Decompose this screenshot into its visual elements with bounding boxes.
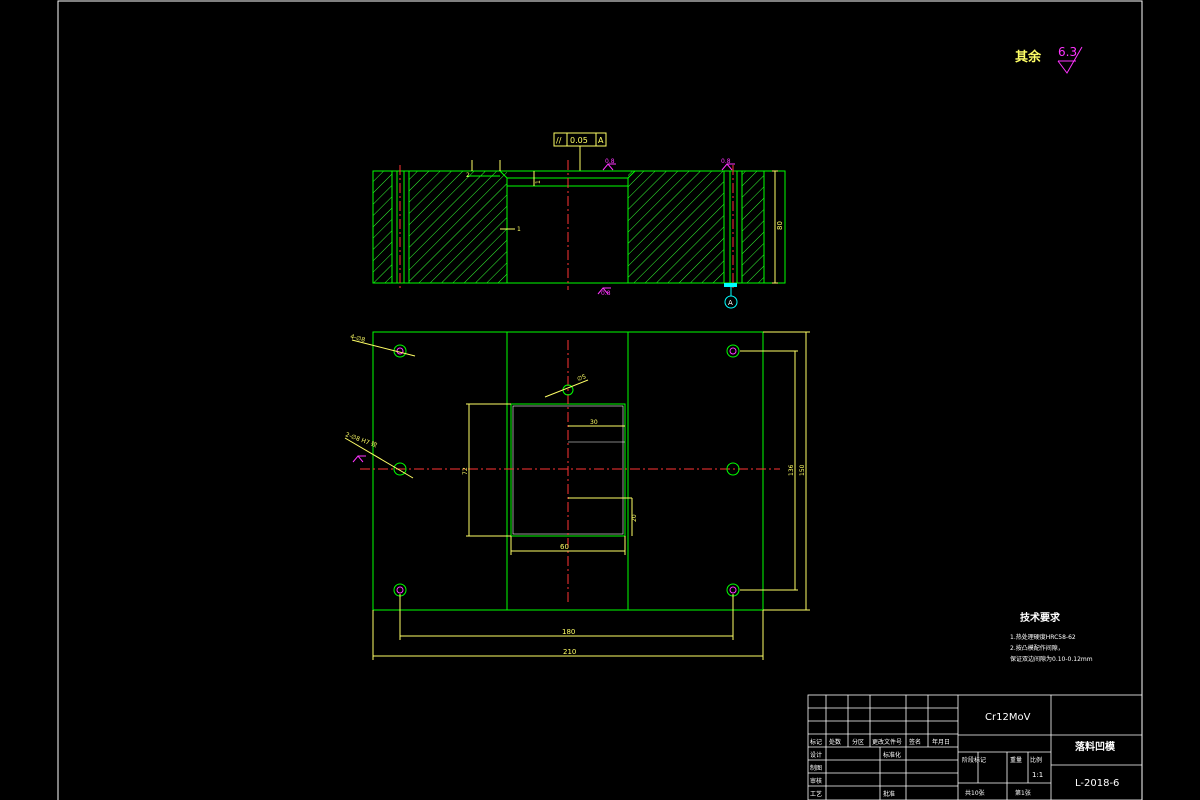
mark-header: 标记: [810, 738, 822, 746]
rough-label-top-right: 0.8: [721, 158, 731, 165]
part-name: 落料凹模: [1075, 740, 1116, 753]
drawing-border: [57, 0, 1143, 800]
bolt-hole: [726, 344, 740, 358]
dim-cavity-width: 60: [560, 543, 569, 551]
roughness-prefix: 其余: [1015, 49, 1042, 65]
scale-header: 比例: [1030, 756, 1042, 764]
title-block-text: Cr12MoV 落料凹模 L-2018-6 1:1 共10张 第1张 阶段标记 …: [810, 712, 1119, 798]
scale-value: 1:1: [1032, 771, 1043, 779]
weight-header: 重量: [1010, 756, 1022, 764]
dim-overall-y: 150: [799, 464, 806, 476]
tolerance-datum: A: [598, 136, 604, 145]
callout-top-left-holes: 4-∅8: [349, 333, 366, 344]
hatch-region: [742, 171, 764, 283]
change-doc-header: 更改文件号: [872, 738, 902, 746]
datum-label: A: [728, 299, 733, 307]
process-header: 工艺: [810, 790, 822, 798]
sheets-total: 共10张: [965, 789, 985, 797]
tolerance-frame: // 0.05 A: [553, 132, 607, 171]
date-header: 年月日: [932, 738, 950, 746]
tech-requirements: 技术要求 1.热处理硬度HRC58-62 2.按凸模配作间隙， 保证双边间隙为0…: [1010, 611, 1093, 663]
sheet-number: 第1张: [1015, 789, 1031, 797]
tolerance-value: 0.05: [570, 136, 588, 145]
material-label: Cr12MoV: [985, 712, 1031, 723]
roughness-value: 6.3: [1058, 45, 1077, 59]
review-header: 审核: [810, 777, 822, 785]
count-header: 处数: [829, 738, 841, 746]
approve-header: 批准: [883, 790, 895, 798]
rough-label-bottom: 0.8: [601, 290, 611, 297]
section-view: 2 1 1 0.8 0.8 0.8 80 A: [372, 158, 786, 309]
sign-header: 签名: [909, 738, 921, 746]
tech-req-item: 保证双边间隙为0.10-0.12mm: [1010, 655, 1093, 663]
hatch-region: [628, 171, 724, 283]
small-dim-label: 1: [535, 180, 542, 184]
zone-header: 分区: [852, 738, 864, 746]
design-header: 设计: [810, 751, 822, 759]
dim-inner-height: 20: [631, 514, 638, 522]
section-depth-dim: 80: [776, 221, 784, 230]
dim-hole-span-y: 136: [788, 464, 795, 476]
tolerance-symbol: //: [556, 136, 562, 145]
chamfer-label: 1: [517, 226, 521, 233]
dim-hole-span-x: 180: [562, 628, 575, 636]
roughness-note: 其余 6.3: [1015, 45, 1083, 74]
engineering-drawing: 其余 6.3 // 0.05 A 2 1 1 0.8 0.8 0.8 80 A …: [57, 0, 1143, 800]
counterbore-label: 2: [466, 172, 470, 179]
tech-req-title: 技术要求: [1020, 611, 1061, 624]
tech-req-item: 2.按凸模配作间隙，: [1010, 644, 1064, 652]
dim-inner-width: 30: [590, 419, 598, 426]
drawing-number: L-2018-6: [1075, 778, 1119, 789]
stage-mark-header: 阶段标记: [962, 756, 986, 764]
dim-overall-x: 210: [563, 648, 576, 656]
plan-view: 4-∅8 2-∅8 H7 铰 ∅5 180 210 60 30 72 20 13…: [344, 331, 810, 660]
hatch-region: [409, 171, 507, 283]
draw-header: 制图: [810, 764, 822, 772]
tech-req-item: 1.热处理硬度HRC58-62: [1010, 633, 1076, 641]
hatch-region: [373, 171, 392, 283]
dim-cavity-height: 72: [462, 467, 469, 475]
standardize-header: 标准化: [883, 751, 901, 759]
rough-label-top-left: 0.8: [605, 158, 615, 165]
